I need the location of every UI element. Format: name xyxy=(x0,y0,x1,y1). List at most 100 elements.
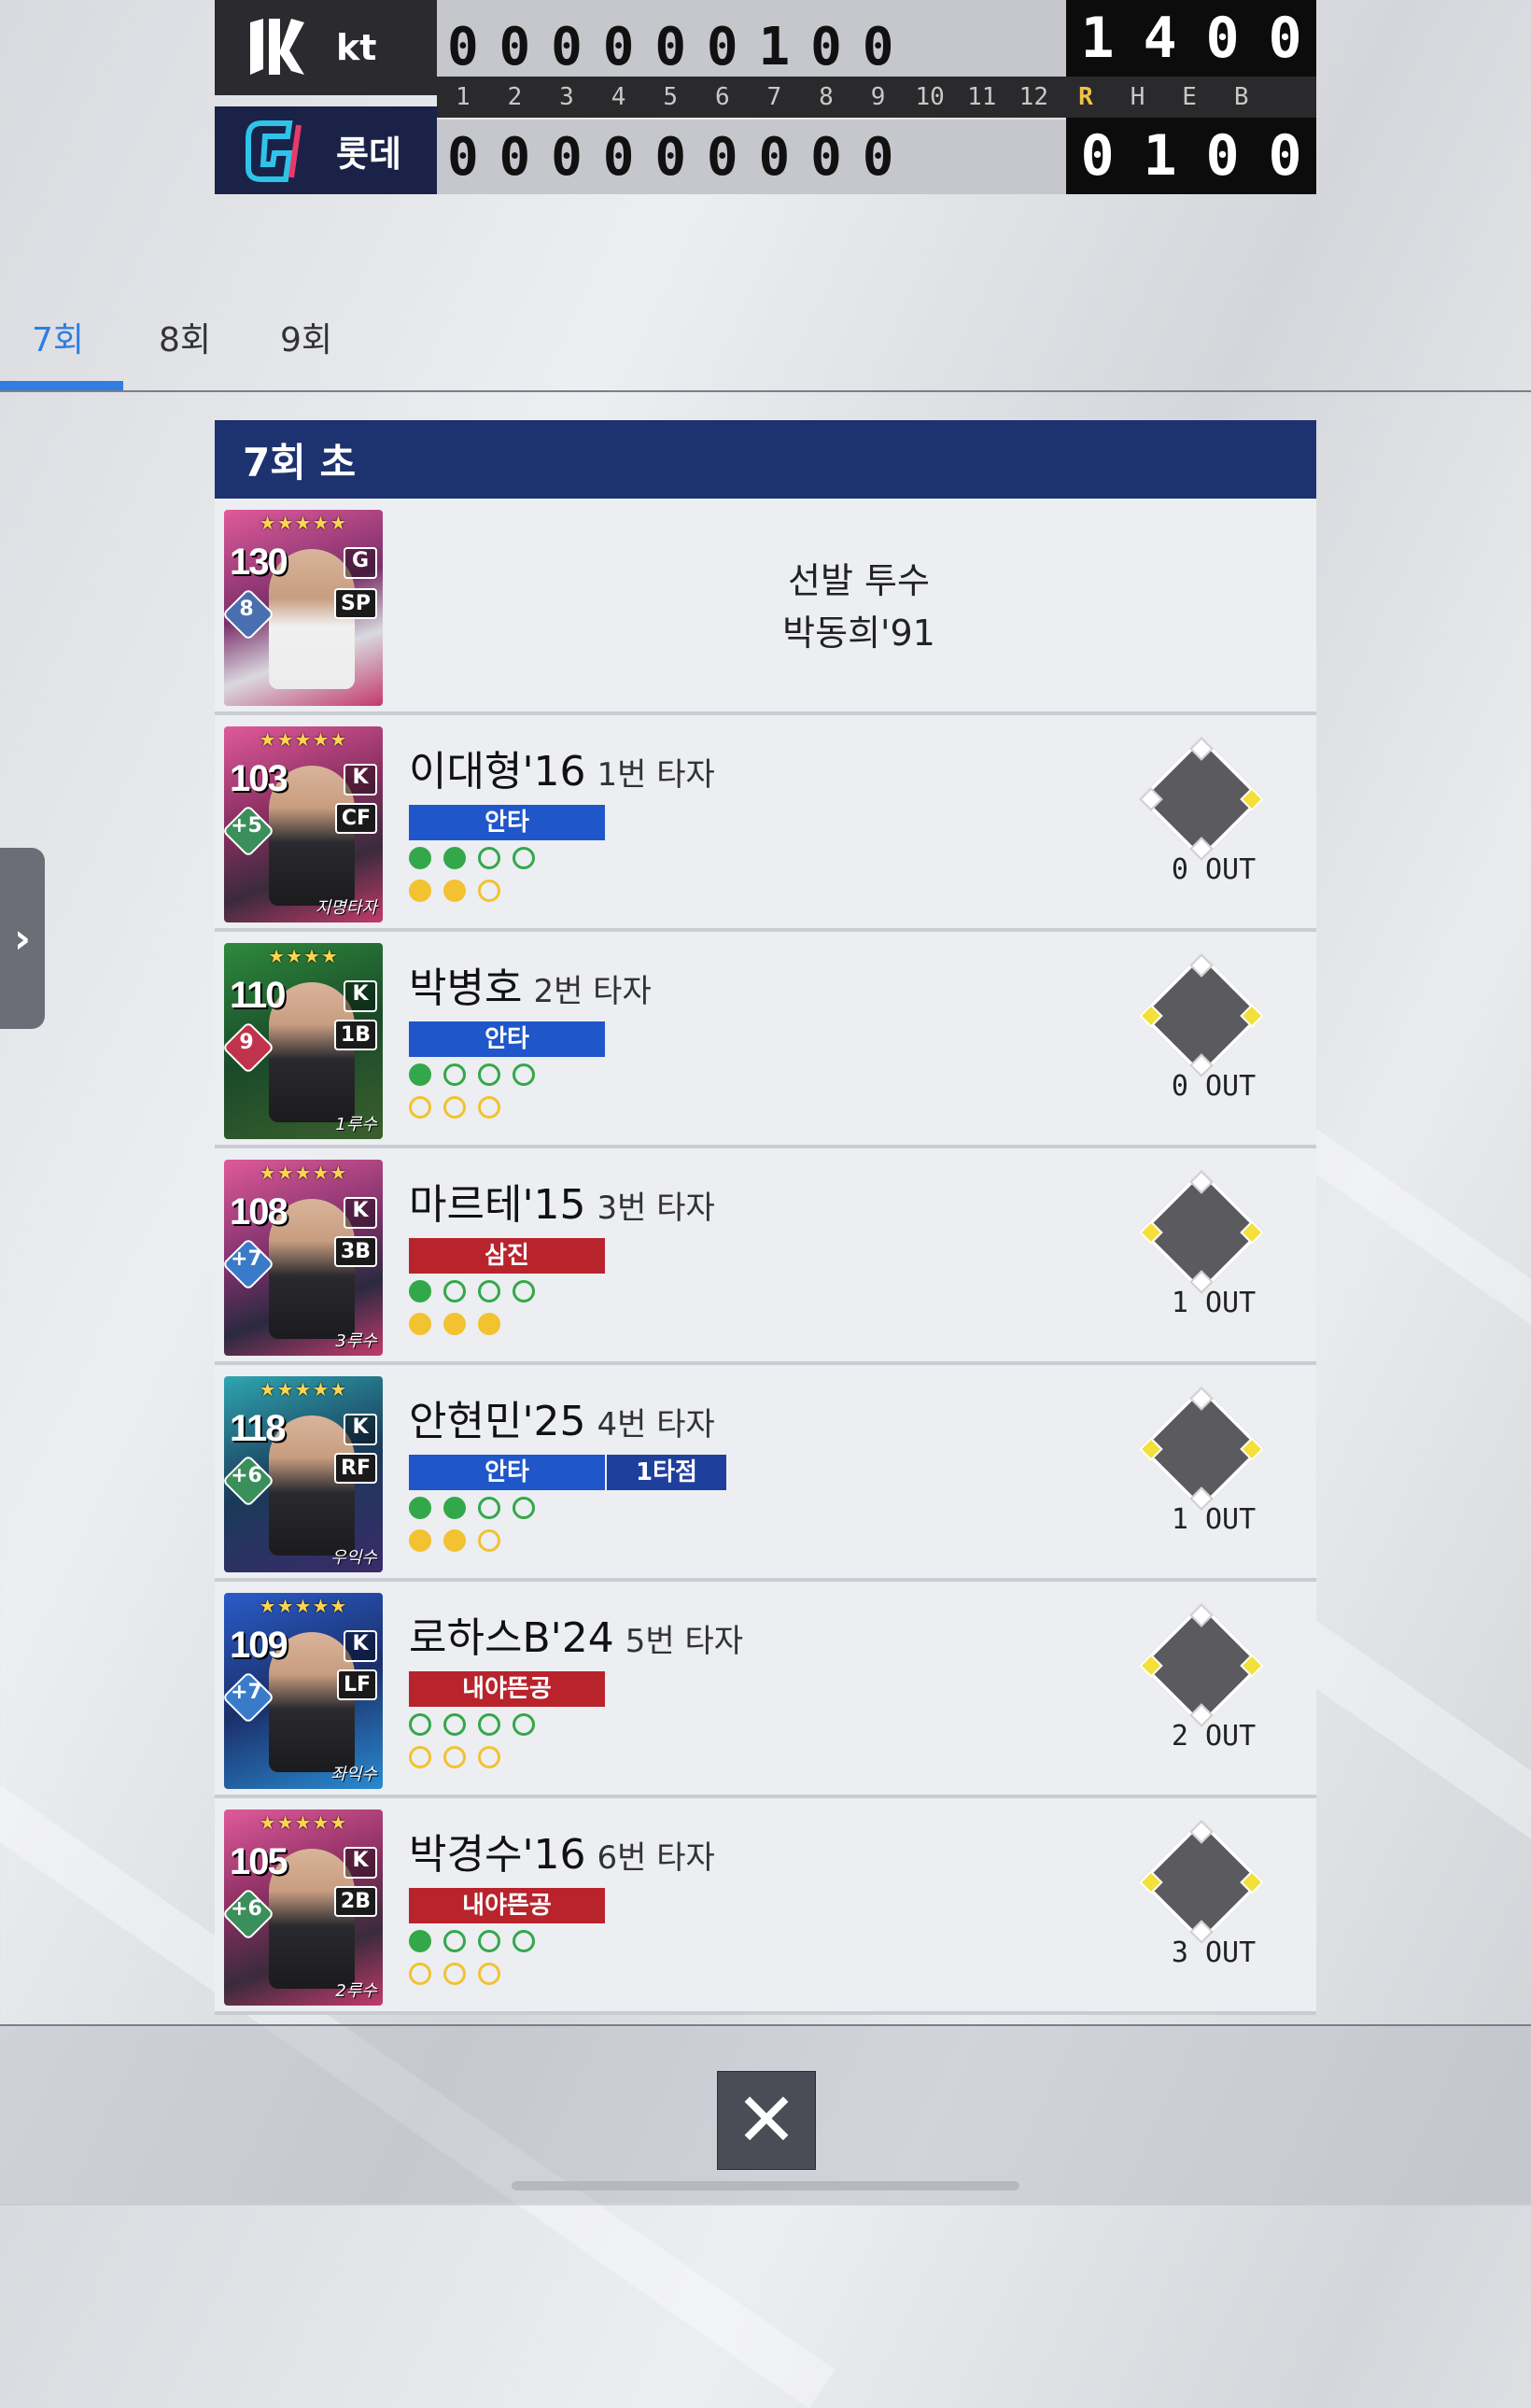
card-stars: ★★★★★ xyxy=(259,512,348,534)
side-panel-handle[interactable]: › xyxy=(0,848,45,1029)
inning-tabs: 7회 8회 9회 xyxy=(0,294,1531,392)
inning-score: 1 xyxy=(758,16,791,77)
batter-name: 안현민'25 4번 타자 xyxy=(409,1387,715,1447)
total-score: 0 xyxy=(1205,6,1240,71)
inning-score: 0 xyxy=(446,16,479,77)
card-stars: ★★★★ xyxy=(268,945,339,967)
at-bat-row[interactable]: ★★★★★ 103 K +5 CF 지명타자 이대형'16 1번 타자 안타 0 OUT xyxy=(215,715,1316,932)
strike-dot xyxy=(478,1963,500,1985)
card-position: CF xyxy=(334,803,377,834)
team-logo-icon: K xyxy=(344,764,377,796)
total-score: 4 xyxy=(1143,6,1177,71)
result-badges: 삼진 xyxy=(409,1238,607,1274)
strike-dot xyxy=(443,880,466,902)
ball-dot xyxy=(409,1713,431,1736)
card-ovr: 130 xyxy=(230,542,288,583)
total-score: 0 xyxy=(1268,6,1302,71)
strike-dot xyxy=(443,1529,466,1552)
at-bat-row[interactable]: ★★★★★ 108 K +7 3B 3루수 마르테'15 3번 타자 삼진 1 OUT xyxy=(215,1148,1316,1365)
team-logo-icon: K xyxy=(344,1847,377,1879)
strike-dot xyxy=(443,1096,466,1119)
ball-dot xyxy=(409,1930,431,1952)
strike-dot xyxy=(443,1746,466,1768)
tab-inning-7[interactable]: 7회 xyxy=(32,313,84,361)
starter-row[interactable]: ★★★★★ 130 G 8 SP 선발 투수 박동희'91 xyxy=(215,499,1316,715)
inning-number: 5 xyxy=(663,83,678,111)
strike-count xyxy=(409,1963,513,1989)
batter-name: 박경수'16 6번 타자 xyxy=(409,1821,715,1880)
inning-score: 0 xyxy=(551,16,583,77)
starter-info: 선발 투수 박동희'91 xyxy=(401,555,1316,659)
card-position: SP xyxy=(334,588,377,619)
card-boost: 8 xyxy=(239,598,254,621)
card-position: RF xyxy=(334,1453,377,1484)
at-bat-row[interactable]: ★★★★★ 118 K +6 RF 우익수 안현민'25 4번 타자 안타 1타점 1 OUT xyxy=(215,1365,1316,1582)
inning-number: 10 xyxy=(915,83,945,111)
card-boost: +7 xyxy=(231,1247,262,1271)
team-logo-icon: K xyxy=(344,980,377,1012)
card-boost: +7 xyxy=(231,1681,262,1704)
ball-count xyxy=(409,1063,547,1090)
batter-name-text: 마르테'15 xyxy=(409,1181,586,1229)
at-bat-row[interactable]: ★★★★★ 109 K +7 LF 좌익수 로하스B'24 5번 타자 내야뜬공 2 OUT xyxy=(215,1582,1316,1798)
at-bat-row[interactable]: ★★★★★ 105 K +6 2B 2루수 박경수'16 6번 타자내야뜬공 3 OUT xyxy=(215,1798,1316,2015)
home-team: 롯데 xyxy=(215,106,437,194)
batter-name-text: 로하스B'24 xyxy=(409,1614,614,1662)
batter-name: 로하스B'24 5번 타자 xyxy=(409,1604,743,1664)
card-position-tag: 우익수 xyxy=(330,1548,377,1568)
strike-dot xyxy=(409,1529,431,1552)
player-card: ★★★★★ 108 K +7 3B 3루수 xyxy=(224,1160,383,1356)
card-boost: +6 xyxy=(231,1464,262,1487)
base-diamond xyxy=(1139,1386,1264,1518)
inning-number: 2 xyxy=(507,83,523,111)
strike-count xyxy=(409,1529,513,1556)
ball-count xyxy=(409,847,547,873)
tab-inning-9[interactable]: 9회 xyxy=(280,313,332,361)
active-tab-indicator xyxy=(0,381,123,390)
lotte-logo-icon xyxy=(241,114,314,187)
tab-inning-8[interactable]: 8회 xyxy=(159,313,211,361)
close-button[interactable]: ✕ xyxy=(717,2071,816,2170)
card-boost: +5 xyxy=(231,814,262,838)
scoreboard: kt 000000100 1400 1 2 3 4 5 6 7 8 9 10 11 12 R H E B 롯데… xyxy=(215,0,1316,194)
inning-number: H xyxy=(1130,83,1145,111)
strike-dot xyxy=(409,1746,431,1768)
strike-dot xyxy=(478,1313,500,1335)
batting-order: 5번 타자 xyxy=(625,1623,743,1660)
inning-number: 1 xyxy=(455,83,471,111)
result-badge: 내야뜬공 xyxy=(409,1888,605,1923)
play-by-play-panel: 7회 초 ★★★★★ 130 G 8 SP 선발 투수 박동희'91 ★★★★★… xyxy=(215,420,1316,2015)
home-indicator[interactable] xyxy=(512,2181,1019,2190)
strike-count xyxy=(409,880,513,906)
out-count: 0 OUT xyxy=(1171,853,1257,886)
batter-name: 박병호 2번 타자 xyxy=(409,954,652,1014)
strike-count xyxy=(409,1313,513,1339)
ball-dot xyxy=(443,847,466,869)
inning-number: B xyxy=(1233,83,1249,111)
inning-score: 0 xyxy=(862,16,894,77)
player-card: ★★★★★ 105 K +6 2B 2루수 xyxy=(224,1810,383,2006)
out-count: 1 OUT xyxy=(1171,1503,1257,1536)
ball-count xyxy=(409,1713,547,1739)
base-diamond xyxy=(1139,1819,1264,1951)
out-count: 3 OUT xyxy=(1171,1936,1257,1969)
result-badge: 내야뜬공 xyxy=(409,1671,605,1707)
strike-dot xyxy=(443,1313,466,1335)
inning-number: 4 xyxy=(611,83,626,111)
strike-count xyxy=(409,1096,513,1122)
ball-dot xyxy=(443,1713,466,1736)
inning-score: 0 xyxy=(706,126,738,188)
card-stars: ★★★★★ xyxy=(259,1595,348,1617)
at-bat-row[interactable]: ★★★★ 110 K 9 1B 1루수 박병호 2번 타자 안타 0 OUT xyxy=(215,932,1316,1148)
card-position: 2B xyxy=(333,1886,377,1917)
ball-dot xyxy=(513,1930,535,1952)
card-ovr: 110 xyxy=(230,975,287,1016)
inning-score: 0 xyxy=(602,126,635,188)
inning-score: 0 xyxy=(446,126,479,188)
inning-number: 8 xyxy=(819,83,834,111)
card-ovr: 118 xyxy=(230,1408,287,1449)
card-stars: ★★★★★ xyxy=(259,1378,348,1401)
card-stars: ★★★★★ xyxy=(259,1162,348,1184)
card-position-tag: 3루수 xyxy=(335,1331,377,1351)
inning-score: 0 xyxy=(654,16,687,77)
